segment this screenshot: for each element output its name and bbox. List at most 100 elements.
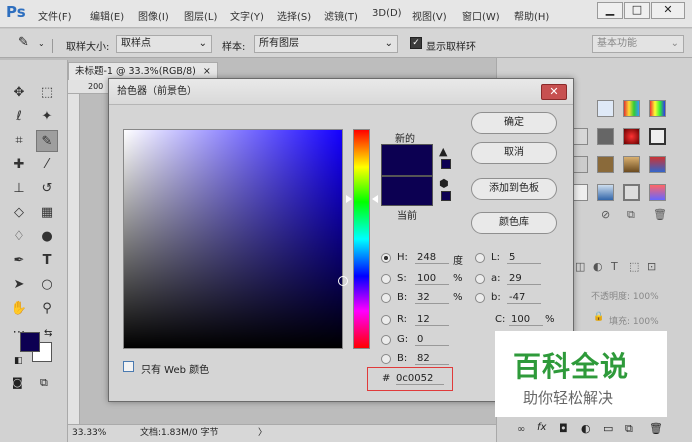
color-selection-circle[interactable] xyxy=(338,276,348,286)
marquee-tool-icon[interactable]: ⬚ xyxy=(36,82,58,104)
path-selection-tool-icon[interactable]: ➤ xyxy=(8,274,30,296)
menu-image[interactable]: 图像(I) xyxy=(138,8,169,23)
brightness-input[interactable]: 32 xyxy=(415,292,449,304)
color-libraries-button[interactable]: 颜色库 xyxy=(471,212,557,234)
blur-tool-icon[interactable]: ♢ xyxy=(8,226,30,248)
healing-brush-tool-icon[interactable]: ✚ xyxy=(8,154,30,176)
hue-slider-left-arrow[interactable] xyxy=(346,195,352,203)
minimize-button[interactable]: ▁ xyxy=(597,2,623,19)
style-swatch[interactable] xyxy=(597,100,614,117)
ok-button[interactable]: 确定 xyxy=(471,112,557,134)
close-window-button[interactable]: ✕ xyxy=(651,2,685,19)
menu-window[interactable]: 窗口(W) xyxy=(462,8,500,23)
style-swatch[interactable] xyxy=(597,128,614,145)
style-swatch[interactable] xyxy=(623,128,640,145)
lab-b-radio[interactable] xyxy=(475,293,485,303)
style-swatch[interactable] xyxy=(623,156,640,173)
style-swatch[interactable] xyxy=(649,184,666,201)
current-color-preview[interactable] xyxy=(381,176,433,206)
menu-type[interactable]: 文字(Y) xyxy=(230,8,264,23)
green-radio[interactable] xyxy=(381,335,391,345)
cancel-button[interactable]: 取消 xyxy=(471,142,557,164)
magic-wand-tool-icon[interactable]: ✦ xyxy=(36,106,58,128)
hue-slider[interactable] xyxy=(353,129,370,349)
link-layers-icon[interactable]: ∞ xyxy=(517,424,525,435)
history-brush-tool-icon[interactable]: ↺ xyxy=(36,178,58,200)
filter-type-icon[interactable]: T xyxy=(611,260,618,273)
trash-icon[interactable]: 🗑 xyxy=(649,422,663,435)
lock-icon[interactable]: 🔒 xyxy=(593,312,604,322)
move-tool-icon[interactable]: ✥ xyxy=(8,82,30,104)
quick-mask-icon[interactable]: ◙ xyxy=(12,376,23,389)
style-swatch[interactable] xyxy=(623,184,640,201)
style-swatch[interactable] xyxy=(649,128,666,145)
eyedropper-icon[interactable]: ✎ xyxy=(18,35,29,50)
style-swatch[interactable] xyxy=(649,156,666,173)
menu-filter[interactable]: 滤镜(T) xyxy=(324,8,358,23)
fx-button[interactable]: fx xyxy=(537,422,546,433)
eyedropper-tool-icon[interactable]: ✎ xyxy=(36,130,58,152)
style-swatch[interactable] xyxy=(597,184,614,201)
saturation-brightness-field[interactable] xyxy=(123,129,348,349)
hue-slider-right-arrow[interactable] xyxy=(372,195,378,203)
filter-pixel-icon[interactable]: ◫ xyxy=(575,260,585,273)
filter-smart-icon[interactable]: ⊡ xyxy=(647,260,656,273)
style-swatch[interactable] xyxy=(623,100,640,117)
blue-input[interactable]: 82 xyxy=(415,353,449,365)
close-tab-icon[interactable]: × xyxy=(203,66,211,77)
zoom-level[interactable]: 33.33% xyxy=(72,425,106,441)
type-tool-icon[interactable]: T xyxy=(36,250,58,272)
clear-style-icon[interactable]: ⊘ xyxy=(601,208,610,221)
hand-tool-icon[interactable]: ✋ xyxy=(8,298,30,320)
menu-edit[interactable]: 编辑(E) xyxy=(90,8,124,23)
screen-mode-icon[interactable]: ⧉ xyxy=(40,376,48,390)
menu-layer[interactable]: 图层(L) xyxy=(184,8,217,23)
hue-radio[interactable] xyxy=(381,253,391,263)
lab-b-input[interactable]: -47 xyxy=(507,292,541,304)
blue-radio[interactable] xyxy=(381,354,391,364)
menu-select[interactable]: 选择(S) xyxy=(277,8,311,23)
gradient-tool-icon[interactable]: ▦ xyxy=(36,202,58,224)
foreground-color-swatch[interactable] xyxy=(20,332,40,352)
fill-label[interactable]: 填充: 100% xyxy=(609,314,659,327)
close-dialog-button[interactable]: ✕ xyxy=(541,84,567,100)
brush-tool-icon[interactable]: ⁄ xyxy=(36,154,58,176)
dodge-tool-icon[interactable]: ● xyxy=(36,226,58,248)
zoom-tool-icon[interactable]: ⚲ xyxy=(36,298,58,320)
opacity-label[interactable]: 不透明度: 100% xyxy=(591,289,659,302)
web-safe-swatch[interactable] xyxy=(441,191,451,201)
swap-colors-icon[interactable]: ⇆ xyxy=(44,328,52,339)
hue-input[interactable]: 248 xyxy=(415,252,449,264)
lab-l-radio[interactable] xyxy=(475,253,485,263)
add-to-swatches-button[interactable]: 添加到色板 xyxy=(471,178,557,200)
gamut-swatch[interactable] xyxy=(441,159,451,169)
menu-file[interactable]: 文件(F) xyxy=(38,8,72,23)
lasso-tool-icon[interactable]: ℓ xyxy=(8,106,30,128)
saturation-radio[interactable] xyxy=(381,274,391,284)
crop-tool-icon[interactable]: ⌗ xyxy=(8,130,30,152)
show-ring-checkbox[interactable]: ✓ xyxy=(410,37,422,49)
menu-3d[interactable]: 3D(D) xyxy=(372,8,402,19)
gamut-warning-icon[interactable]: ▲ xyxy=(439,145,447,158)
eraser-tool-icon[interactable]: ◇ xyxy=(8,202,30,224)
menu-help[interactable]: 帮助(H) xyxy=(514,8,549,23)
hex-input[interactable]: 0c0052 xyxy=(396,373,444,385)
sample-size-select[interactable]: 取样点 ⌄ xyxy=(116,35,212,53)
red-input[interactable]: 12 xyxy=(415,314,449,326)
new-style-icon[interactable]: ⧉ xyxy=(627,208,635,222)
workspace-select[interactable]: 基本功能 ⌄ xyxy=(592,35,684,53)
brightness-radio[interactable] xyxy=(381,293,391,303)
add-mask-icon[interactable]: ◘ xyxy=(559,422,568,435)
lab-a-input[interactable]: 29 xyxy=(507,273,541,285)
saturation-input[interactable]: 100 xyxy=(415,273,449,285)
style-swatch[interactable] xyxy=(597,156,614,173)
red-radio[interactable] xyxy=(381,315,391,325)
new-group-icon[interactable]: ▭ xyxy=(603,422,613,435)
web-colors-only-checkbox[interactable] xyxy=(123,361,134,372)
status-menu-arrow-icon[interactable]: 〉 xyxy=(258,425,267,441)
web-safe-cube-icon[interactable]: ⬢ xyxy=(439,177,449,190)
filter-adjust-icon[interactable]: ◐ xyxy=(593,260,603,273)
ellipse-tool-icon[interactable]: ○ xyxy=(36,274,58,296)
default-colors-icon[interactable]: ◧ xyxy=(14,356,23,366)
style-swatch[interactable] xyxy=(649,100,666,117)
